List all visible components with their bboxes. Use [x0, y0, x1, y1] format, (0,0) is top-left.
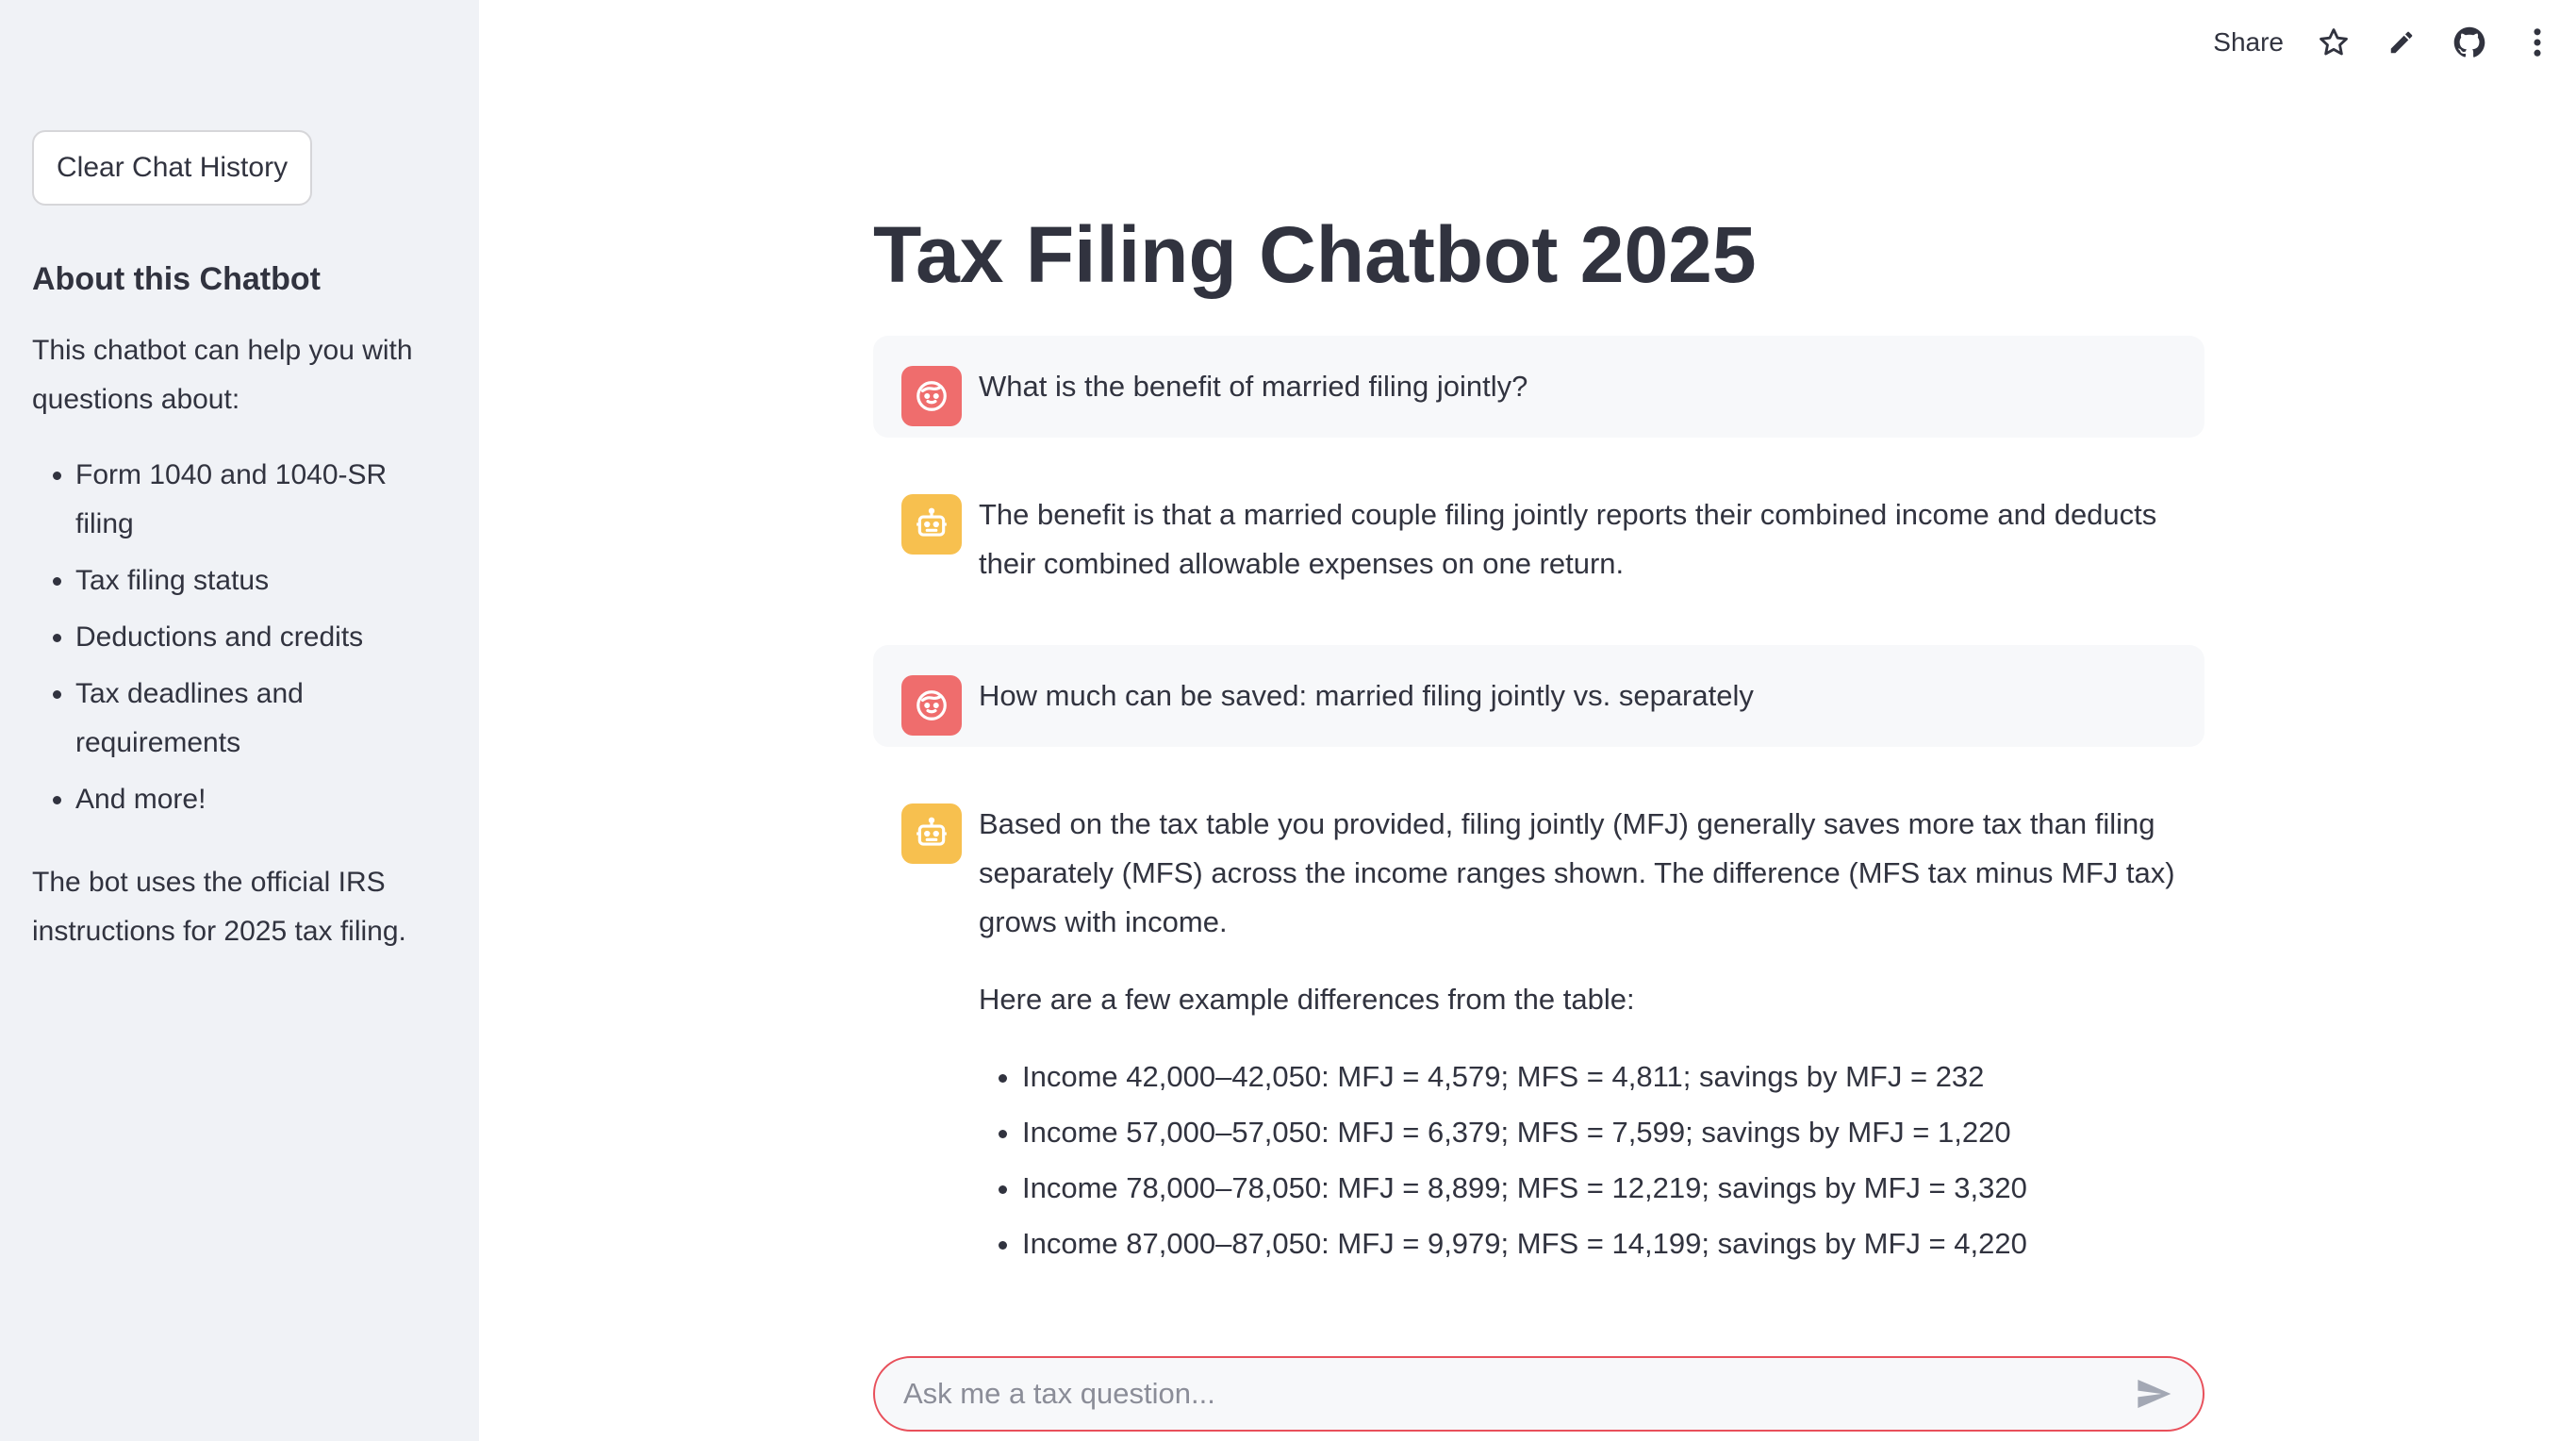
share-button[interactable]: Share [2213, 27, 2284, 58]
top-toolbar: Share [2213, 21, 2555, 64]
bot-avatar-icon [901, 803, 962, 864]
list-item: Income 42,000–42,050: MFJ = 4,579; MFS =… [1022, 1052, 2176, 1101]
chat-input[interactable] [903, 1377, 2133, 1411]
sidebar-topic-list: Form 1040 and 1040-SR filing Tax filing … [32, 451, 447, 824]
list-item: Income 87,000–87,050: MFJ = 9,979; MFS =… [1022, 1219, 2176, 1268]
message-text: The benefit is that a married couple fil… [979, 498, 2157, 580]
sidebar: Clear Chat History About this Chatbot Th… [0, 0, 479, 1441]
pencil-icon[interactable] [2384, 25, 2419, 60]
chat-message-user: How much can be saved: married filing jo… [873, 645, 2204, 747]
message-text: How much can be saved: married filing jo… [979, 679, 1754, 712]
bot-avatar-icon [901, 494, 962, 555]
list-item: Income 78,000–78,050: MFJ = 8,899; MFS =… [1022, 1164, 2176, 1213]
sidebar-topic: Deductions and credits [75, 613, 447, 662]
sidebar-topic: Tax deadlines and requirements [75, 670, 447, 768]
sidebar-footer: The bot uses the official IRS instructio… [32, 867, 406, 947]
send-icon[interactable] [2133, 1373, 2174, 1415]
list-item: Income 57,000–57,050: MFJ = 6,379; MFS =… [1022, 1108, 2176, 1157]
clear-chat-history-button[interactable]: Clear Chat History [32, 130, 313, 206]
chat-message-assistant: The benefit is that a married couple fil… [873, 464, 2204, 615]
user-avatar-icon [901, 366, 962, 426]
sidebar-intro: This chatbot can help you with questions… [32, 335, 413, 415]
chat-message-user: What is the benefit of married filing jo… [873, 336, 2204, 438]
sidebar-topic: And more! [75, 775, 447, 824]
message-text: Based on the tax table you provided, fil… [979, 807, 2175, 938]
sidebar-heading: About this Chatbot [32, 261, 321, 297]
message-text: What is the benefit of married filing jo… [979, 370, 1528, 403]
message-text: Here are a few example differences from … [979, 983, 1635, 1016]
more-vertical-icon[interactable] [2519, 25, 2555, 60]
app-root: Clear Chat History About this Chatbot Th… [0, 0, 2576, 1441]
chat-messages: What is the benefit of married filing jo… [873, 336, 2204, 1301]
sidebar-topic: Tax filing status [75, 556, 447, 605]
github-icon[interactable] [2452, 25, 2487, 60]
chat-input-container [873, 1356, 2204, 1432]
sidebar-topic: Form 1040 and 1040-SR filing [75, 451, 447, 549]
page-title: Tax Filing Chatbot 2025 [873, 210, 1757, 299]
chat-message-assistant: Based on the tax table you provided, fil… [873, 773, 2204, 1301]
star-icon[interactable] [2316, 25, 2352, 60]
example-list: Income 42,000–42,050: MFJ = 4,579; MFS =… [979, 1052, 2176, 1268]
user-avatar-icon [901, 675, 962, 736]
